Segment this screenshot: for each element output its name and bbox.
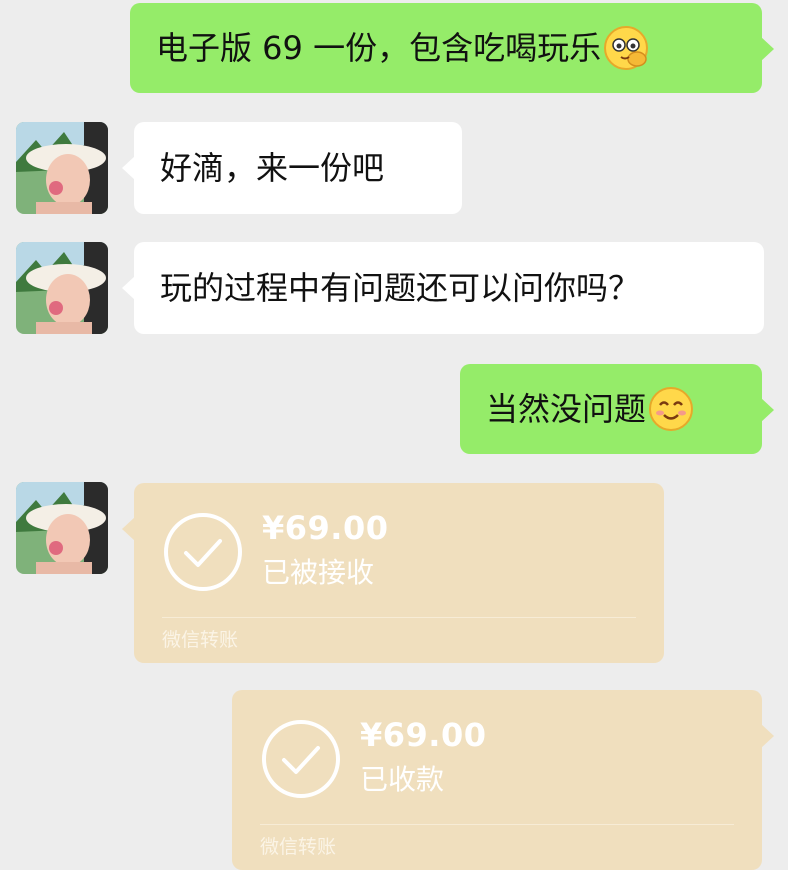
peeking-face-emoji-icon: [603, 25, 649, 71]
transfer-amount: ¥69.00: [360, 716, 487, 754]
message-bubble-incoming[interactable]: 玩的过程中有问题还可以问你吗？: [122, 242, 764, 334]
avatar[interactable]: [16, 482, 108, 574]
transfer-card-incoming[interactable]: ¥69.00 已被接收 微信转账: [122, 483, 664, 663]
check-circle-icon: [262, 720, 340, 798]
transfer-label: 微信转账: [260, 836, 337, 858]
transfer-status: 已被接收: [262, 556, 375, 589]
message-bubble-outgoing[interactable]: 当然没问题: [460, 364, 774, 454]
message-text: 玩的过程中有问题还可以问你吗？: [160, 269, 641, 307]
transfer-label: 微信转账: [162, 629, 239, 651]
avatar[interactable]: [16, 242, 108, 334]
divider: [162, 617, 636, 618]
transfer-amount: ¥69.00: [262, 509, 389, 547]
message-text: 好滴，来一份吧: [160, 149, 385, 187]
check-circle-icon: [164, 513, 242, 591]
transfer-status: 已收款: [360, 763, 445, 796]
transfer-card-outgoing[interactable]: ¥69.00 已收款 微信转账: [232, 690, 774, 870]
divider: [260, 824, 734, 825]
message-text: 电子版 69 一份，包含吃喝玩乐: [156, 29, 602, 67]
message-bubble-incoming[interactable]: 好滴，来一份吧: [122, 122, 462, 214]
message-bubble-outgoing[interactable]: 电子版 69 一份，包含吃喝玩乐: [130, 3, 774, 93]
message-text: 当然没问题: [486, 390, 647, 428]
smiling-face-emoji-icon: [648, 386, 694, 432]
avatar[interactable]: [16, 122, 108, 214]
